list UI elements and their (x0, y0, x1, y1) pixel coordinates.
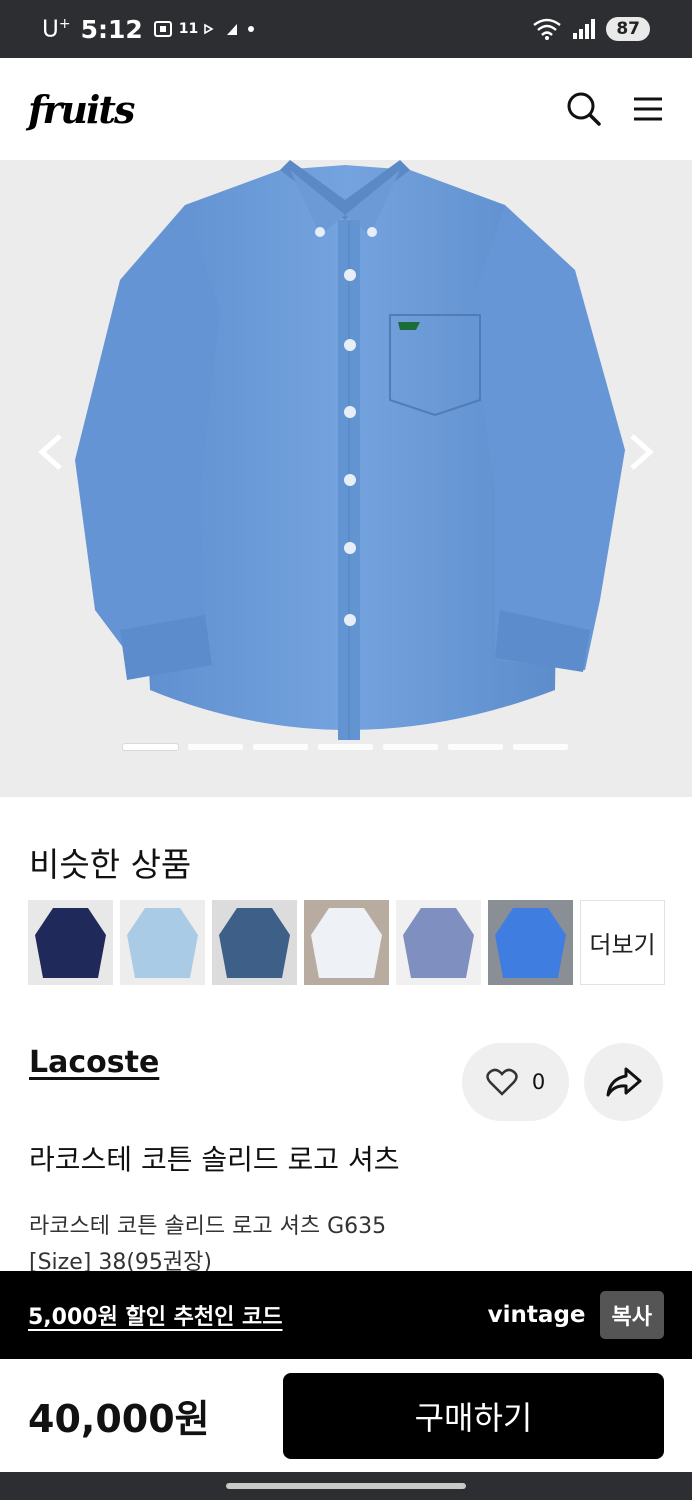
referral-banner: 5,000원 할인 추천인 코드 vintage 복사 (0, 1271, 692, 1359)
shirt-thumbnail (403, 908, 474, 978)
similar-product-thumb[interactable] (488, 900, 573, 985)
product-image (75, 160, 625, 740)
share-button[interactable] (584, 1043, 663, 1121)
hamburger-menu-icon[interactable] (632, 96, 664, 122)
carrier-label: U (42, 16, 59, 43)
search-icon[interactable] (566, 91, 602, 127)
carousel-dot[interactable] (383, 744, 438, 750)
carousel-dot[interactable] (318, 744, 373, 750)
clock: 5:12 (80, 14, 143, 44)
cast-icon (204, 23, 214, 35)
similar-products-title: 비슷한 상품 (29, 845, 192, 884)
system-nav-bar (0, 1472, 692, 1500)
heart-icon (486, 1068, 518, 1096)
product-image-carousel[interactable] (0, 160, 692, 797)
referral-text[interactable]: 5,000원 할인 추천인 코드 (28, 1299, 283, 1331)
purchase-bar: 40,000원 구매하기 (0, 1359, 692, 1472)
app-logo[interactable]: fruits (28, 87, 135, 132)
carousel-dot[interactable] (253, 744, 308, 750)
battery-indicator: 87 (606, 17, 650, 41)
signal-small-icon (227, 24, 238, 35)
product-title: 라코스테 코튼 솔리드 로고 셔츠 (29, 1143, 400, 1176)
similar-product-thumb[interactable] (28, 900, 113, 985)
wifi-icon (533, 18, 562, 40)
shirt-thumbnail (219, 908, 290, 978)
similar-product-thumb[interactable] (396, 900, 481, 985)
app-header: fruits (0, 58, 692, 160)
like-button[interactable]: 0 (462, 1043, 569, 1121)
share-icon (606, 1067, 641, 1097)
cellular-signal-icon (573, 19, 596, 39)
more-similar-button[interactable]: 더보기 (580, 900, 665, 985)
product-price: 40,000원 (28, 1397, 210, 1441)
like-count: 0 (531, 1070, 546, 1094)
status-bar: U+ 5:12 11 87 (0, 0, 692, 58)
shirt-thumbnail (127, 908, 198, 978)
referral-code: vintage (487, 1302, 586, 1328)
carousel-dot[interactable] (513, 744, 568, 750)
shirt-thumbnail (495, 908, 566, 978)
shirt-thumbnail (35, 908, 106, 978)
dot-icon (248, 26, 255, 32)
similar-product-thumb[interactable] (120, 900, 205, 985)
similar-product-thumb[interactable] (212, 900, 297, 985)
notification-count: 11 (178, 21, 199, 37)
similar-product-thumb[interactable] (304, 900, 389, 985)
copy-code-button[interactable]: 복사 (599, 1291, 664, 1339)
shirt-thumbnail (311, 908, 382, 978)
carousel-dot[interactable] (188, 744, 243, 750)
buy-button[interactable]: 구매하기 (283, 1372, 664, 1459)
home-gesture-handle[interactable] (226, 1483, 466, 1489)
product-desc-line: 라코스테 코튼 솔리드 로고 셔츠 G635 (29, 1214, 387, 1239)
screenshot-icon (153, 21, 172, 37)
carousel-pagination (123, 744, 568, 750)
status-notifications: 11 (153, 20, 256, 38)
carrier-plus: + (58, 15, 71, 32)
similar-products-list: 더보기 (28, 900, 665, 985)
header-actions (566, 91, 664, 127)
status-left: U+ 5:12 11 (42, 15, 256, 44)
chevron-left-icon[interactable] (32, 430, 72, 474)
carrier: U+ (42, 16, 71, 43)
carousel-dot[interactable] (448, 744, 503, 750)
brand-link[interactable]: Lacoste (29, 1045, 159, 1080)
chevron-right-icon[interactable] (620, 430, 660, 474)
status-right: 87 (532, 17, 650, 41)
carousel-dot[interactable] (123, 744, 178, 750)
